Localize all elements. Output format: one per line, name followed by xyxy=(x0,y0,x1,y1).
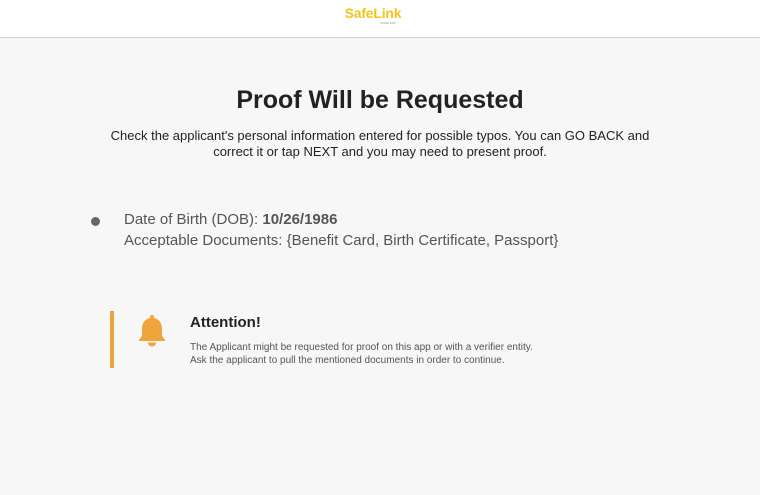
dob-value: 10/26/1986 xyxy=(262,211,338,228)
attention-title: Attention! xyxy=(190,314,261,331)
logo-text: SafeLink xyxy=(344,5,402,21)
attention-accent-bar xyxy=(110,311,114,368)
dob-label: Date of Birth (DOB): xyxy=(124,211,263,228)
bell-icon xyxy=(139,315,165,347)
safelink-logo: SafeLink WIRELESS xyxy=(337,5,409,27)
page-subtitle: Check the applicant's personal informati… xyxy=(110,128,650,159)
logo-subtext: WIRELESS xyxy=(380,21,396,25)
bullet-icon xyxy=(91,217,100,226)
attention-notice: Attention! The Applicant might be reques… xyxy=(110,311,670,368)
page-title: Proof Will be Requested xyxy=(236,86,524,114)
dob-line: Date of Birth (DOB): 10/26/1986 xyxy=(124,211,337,228)
app-header: SafeLink WIRELESS xyxy=(0,0,760,38)
acceptable-documents: Acceptable Documents: {Benefit Card, Bir… xyxy=(124,232,559,249)
attention-line-2: Ask the applicant to pull the mentioned … xyxy=(190,355,505,366)
attention-line-1: The Applicant might be requested for pro… xyxy=(190,342,533,353)
attention-message: The Applicant might be requested for pro… xyxy=(190,341,660,367)
